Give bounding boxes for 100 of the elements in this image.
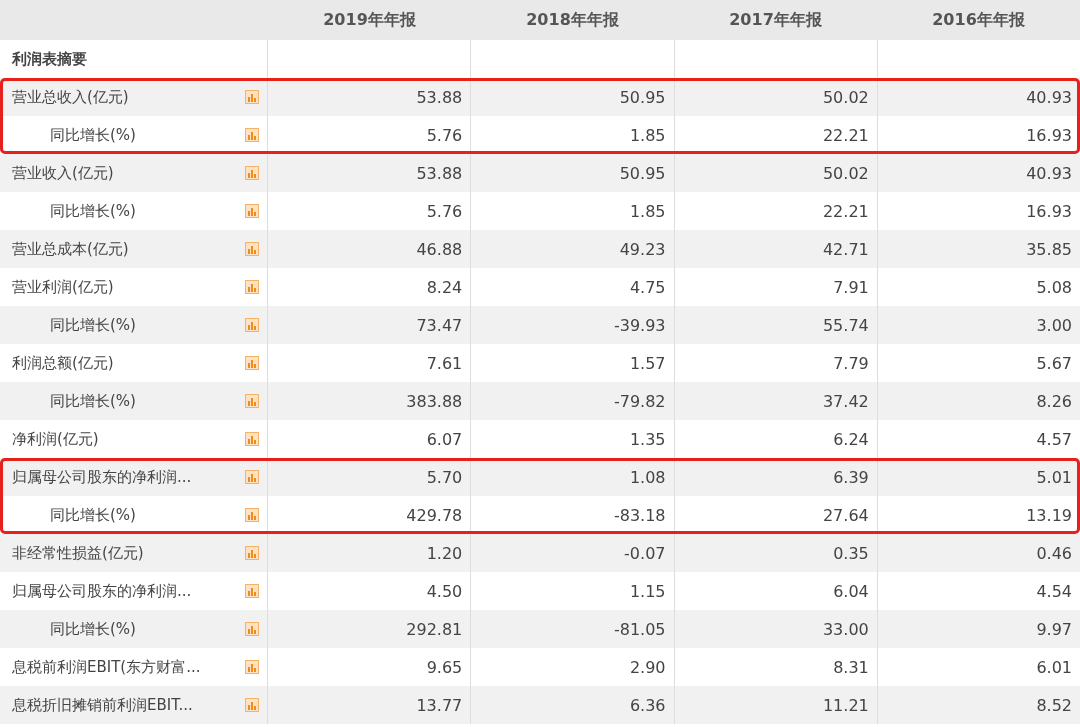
- table-cell: 5.76: [426, 201, 463, 221]
- bar-chart-icon[interactable]: [245, 204, 259, 218]
- bar-chart-icon[interactable]: [245, 318, 259, 332]
- column-header: 2018年年报: [525, 8, 620, 31]
- column-header: 2017年年报: [728, 8, 823, 31]
- table-cell: 1.08: [629, 467, 666, 487]
- row-label: 息税折旧摊销前利润EBIT...: [12, 695, 193, 715]
- row-label: 同比增长(%): [49, 315, 136, 335]
- table-cell: 53.88: [416, 163, 463, 183]
- table-cell: 0.46: [1036, 543, 1072, 563]
- row-label: 同比增长(%): [49, 201, 136, 221]
- table-cell: 16.93: [1026, 201, 1072, 221]
- row-label: 营业收入(亿元): [12, 163, 114, 183]
- table-cell: 9.65: [426, 657, 463, 677]
- row-label: 同比增长(%): [49, 619, 136, 639]
- table-cell: 13.19: [1026, 505, 1072, 525]
- bar-chart-icon[interactable]: [245, 584, 259, 598]
- bar-chart-icon[interactable]: [245, 166, 259, 180]
- table-cell: 8.31: [833, 657, 869, 677]
- bar-chart-icon[interactable]: [245, 356, 259, 370]
- table-cell: 6.24: [833, 429, 869, 449]
- bar-chart-icon[interactable]: [245, 508, 259, 522]
- table-cell: 46.88: [416, 239, 463, 259]
- table-cell: 35.85: [1026, 239, 1072, 259]
- table-cell: 1.57: [629, 353, 666, 373]
- table-cell: 5.67: [1036, 353, 1072, 373]
- bar-chart-icon[interactable]: [245, 470, 259, 484]
- table-cell: 7.61: [426, 353, 463, 373]
- table-cell: -81.05: [613, 619, 666, 639]
- bar-chart-icon[interactable]: [245, 90, 259, 104]
- row-label: 营业总收入(亿元): [12, 87, 129, 107]
- table-cell: 42.71: [822, 239, 869, 259]
- table-cell: -83.18: [613, 505, 666, 525]
- table-cell: 4.75: [629, 277, 666, 297]
- table-cell: 49.23: [619, 239, 666, 259]
- bar-chart-icon[interactable]: [245, 432, 259, 446]
- table-cell: -0.07: [624, 543, 666, 563]
- table-cell: 50.95: [619, 87, 666, 107]
- table-cell: 4.57: [1036, 429, 1072, 449]
- table-cell: 6.04: [833, 581, 869, 601]
- table-cell: 4.54: [1036, 581, 1072, 601]
- table-cell: 8.26: [1036, 391, 1072, 411]
- table-cell: 7.79: [833, 353, 869, 373]
- table-cell: 1.20: [426, 543, 463, 563]
- row-label: 同比增长(%): [49, 125, 136, 145]
- table-cell: 33.00: [822, 619, 869, 639]
- row-label: 净利润(亿元): [12, 429, 99, 449]
- table-cell: 11.21: [822, 695, 869, 715]
- table-cell: 9.97: [1036, 619, 1072, 639]
- table-cell: 22.21: [822, 201, 869, 221]
- table-cell: -79.82: [613, 391, 666, 411]
- table-cell: 8.52: [1036, 695, 1072, 715]
- bar-chart-icon[interactable]: [245, 128, 259, 142]
- table-cell: 55.74: [822, 315, 869, 335]
- bar-chart-icon[interactable]: [245, 660, 259, 674]
- table-cell: 3.00: [1036, 315, 1072, 335]
- table-cell: 6.39: [833, 467, 869, 487]
- table-cell: 383.88: [406, 391, 463, 411]
- table-cell: 1.15: [629, 581, 666, 601]
- row-label: 营业利润(亿元): [12, 277, 114, 297]
- table-cell: 13.77: [416, 695, 463, 715]
- section-title: 利润表摘要: [0, 40, 268, 78]
- table-cell: 50.95: [619, 163, 666, 183]
- table-cell: 0.35: [833, 543, 869, 563]
- bar-chart-icon[interactable]: [245, 394, 259, 408]
- table-cell: 50.02: [822, 87, 869, 107]
- table-cell: 7.91: [833, 277, 869, 297]
- table-cell: 2.90: [629, 657, 666, 677]
- table-cell: 6.07: [426, 429, 463, 449]
- table-cell: 5.08: [1036, 277, 1072, 297]
- bar-chart-icon[interactable]: [245, 622, 259, 636]
- table-cell: 16.93: [1026, 125, 1072, 145]
- table-cell: 5.70: [426, 467, 463, 487]
- table-cell: 429.78: [406, 505, 463, 525]
- table-cell: 40.93: [1026, 87, 1072, 107]
- row-label: 同比增长(%): [49, 391, 136, 411]
- row-label: 营业总成本(亿元): [12, 239, 129, 259]
- row-label: 归属母公司股东的净利润...: [12, 581, 192, 601]
- row-label: 同比增长(%): [49, 505, 136, 525]
- column-header: 2019年年报: [322, 8, 417, 31]
- table-cell: 4.50: [426, 581, 463, 601]
- table-cell: 5.76: [426, 125, 463, 145]
- row-label: 归属母公司股东的净利润...: [12, 467, 192, 487]
- row-label: 息税前利润EBIT(东方财富...: [12, 657, 201, 677]
- row-label: 非经常性损益(亿元): [12, 543, 144, 563]
- table-cell: 53.88: [416, 87, 463, 107]
- table-cell: 37.42: [822, 391, 869, 411]
- table-cell: 73.47: [416, 315, 463, 335]
- table-cell: 5.01: [1036, 467, 1072, 487]
- table-cell: 27.64: [822, 505, 869, 525]
- bar-chart-icon[interactable]: [245, 698, 259, 712]
- table-cell: 8.24: [426, 277, 463, 297]
- table-cell: 6.36: [629, 695, 666, 715]
- table-cell: -39.93: [613, 315, 666, 335]
- table-cell: 40.93: [1026, 163, 1072, 183]
- bar-chart-icon[interactable]: [245, 546, 259, 560]
- bar-chart-icon[interactable]: [245, 242, 259, 256]
- bar-chart-icon[interactable]: [245, 280, 259, 294]
- table-cell: 50.02: [822, 163, 869, 183]
- row-label: 利润总额(亿元): [12, 353, 114, 373]
